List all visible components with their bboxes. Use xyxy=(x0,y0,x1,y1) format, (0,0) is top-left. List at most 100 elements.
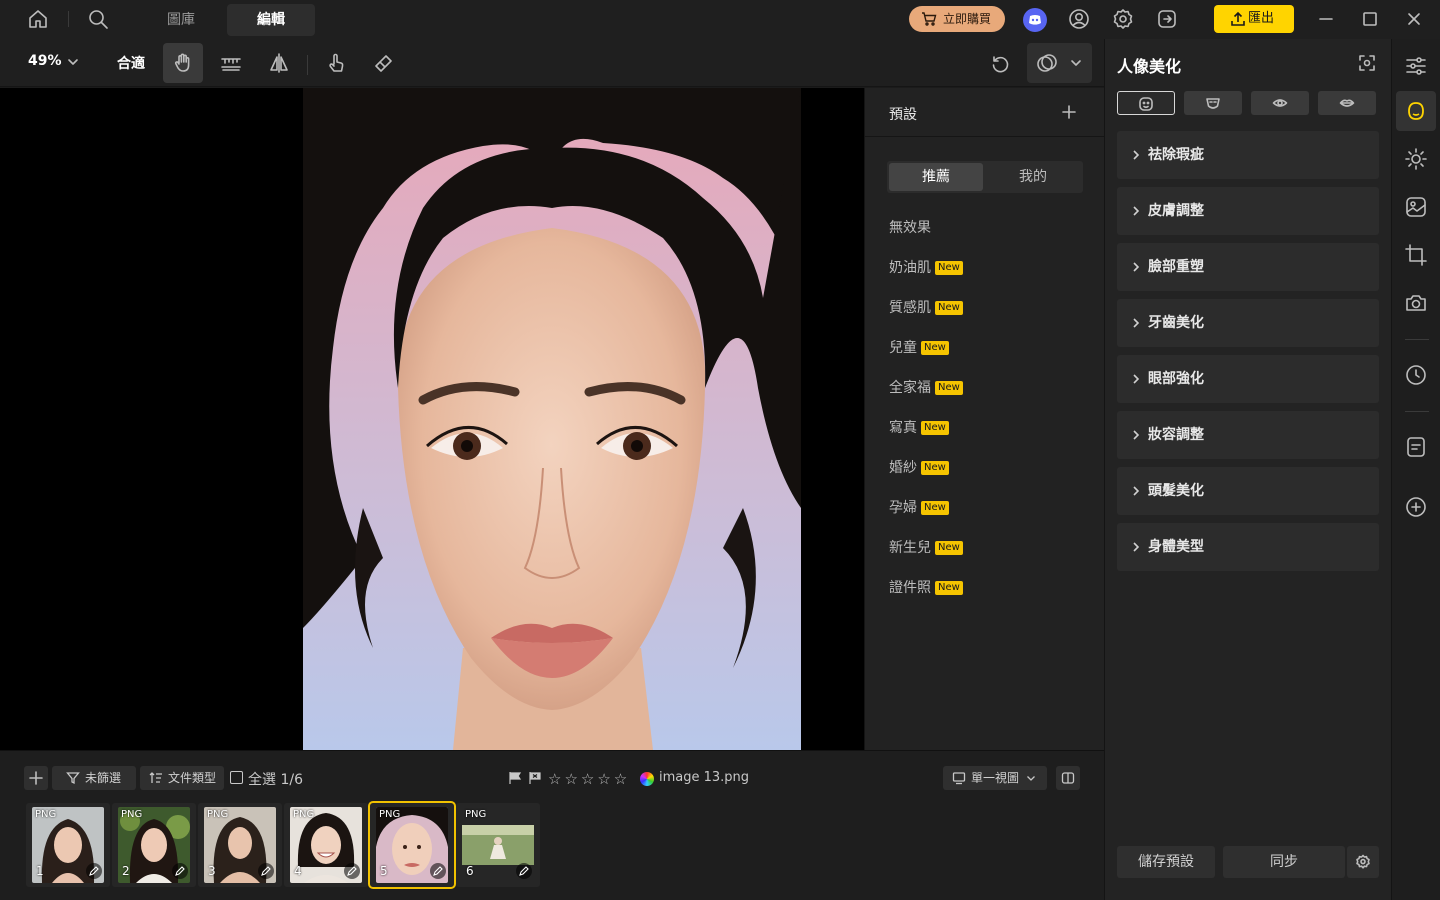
edit-icon xyxy=(516,863,532,879)
sign-in-icon[interactable] xyxy=(1155,7,1179,31)
format-label: PNG xyxy=(293,809,315,820)
fit-button[interactable]: 合適 xyxy=(117,53,145,73)
discord-icon[interactable] xyxy=(1023,8,1047,32)
section-face-reshape[interactable]: 臉部重塑 xyxy=(1117,243,1379,291)
face-tab-face[interactable] xyxy=(1117,91,1175,115)
camera-icon[interactable] xyxy=(1404,291,1428,315)
flip-tool-button[interactable] xyxy=(259,43,299,83)
import-button[interactable] xyxy=(24,766,48,790)
panel-title: 人像美化 xyxy=(1117,57,1182,76)
maximize-icon[interactable] xyxy=(1358,7,1382,31)
sync-button[interactable]: 同步 xyxy=(1223,846,1345,878)
filter-button[interactable]: 未篩選 xyxy=(52,766,136,790)
compare-button[interactable] xyxy=(1027,43,1092,83)
home-icon[interactable] xyxy=(26,7,50,31)
flag-icon[interactable] xyxy=(508,771,522,785)
section-teeth[interactable]: 牙齒美化 xyxy=(1117,299,1379,347)
add-circle-icon[interactable] xyxy=(1404,495,1428,519)
preset-item[interactable]: 婚紗 New xyxy=(889,458,949,478)
color-label-icon[interactable] xyxy=(640,772,654,786)
thumbnail[interactable]: PNG 1 xyxy=(26,803,110,887)
chevron-right-icon xyxy=(1133,542,1140,552)
section-skin-adjust[interactable]: 皮膚調整 xyxy=(1117,187,1379,235)
section-blemish-removal[interactable]: 祛除瑕疵 xyxy=(1117,131,1379,179)
face-tab-eye[interactable] xyxy=(1251,91,1309,115)
thumbnail[interactable]: PNG 4 xyxy=(284,803,368,887)
thumbnail-number: 1 xyxy=(36,864,44,878)
segment-recommended[interactable]: 推薦 xyxy=(889,163,983,191)
preset-item[interactable]: 奶油肌 New xyxy=(889,258,963,278)
hand-tool-button[interactable] xyxy=(163,43,203,83)
thumbnail[interactable]: PNG 2 xyxy=(112,803,196,887)
presets-title: 預設 xyxy=(889,107,917,123)
star-rating[interactable]: ☆☆☆☆☆ xyxy=(548,770,630,788)
sort-label: 文件類型 xyxy=(168,771,217,785)
account-icon[interactable] xyxy=(1067,7,1091,31)
buy-now-button[interactable]: 立即購買 xyxy=(909,6,1005,32)
select-all-checkbox[interactable] xyxy=(230,771,243,784)
crop-icon[interactable] xyxy=(1404,243,1428,267)
portrait-tool-button[interactable] xyxy=(1396,91,1436,131)
reset-button[interactable] xyxy=(980,43,1020,83)
image-canvas[interactable] xyxy=(0,88,864,750)
filename-label: image 13.png xyxy=(659,770,750,785)
eraser-tool-button[interactable] xyxy=(364,43,404,83)
history-icon[interactable] xyxy=(1404,363,1428,387)
face-tab-lips[interactable] xyxy=(1318,91,1376,115)
zoom-level[interactable]: 49% xyxy=(28,53,62,69)
chevron-right-icon xyxy=(1133,374,1140,384)
notes-icon[interactable] xyxy=(1404,435,1428,459)
thumbnail-number: 2 xyxy=(122,864,130,878)
adjust-sliders-icon[interactable] xyxy=(1404,54,1428,78)
preset-item[interactable]: 全家福 New xyxy=(889,378,963,398)
preset-item[interactable]: 兒童 New xyxy=(889,338,949,358)
preset-item[interactable]: 新生兒 New xyxy=(889,538,963,558)
section-label: 頭髮美化 xyxy=(1148,483,1204,499)
ruler-tool-button[interactable] xyxy=(211,43,251,83)
reject-flag-icon[interactable] xyxy=(528,771,542,785)
settings-icon[interactable] xyxy=(1111,7,1135,31)
thumbnail[interactable]: PNG 3 xyxy=(198,803,282,887)
preset-item[interactable]: 寫真 New xyxy=(889,418,949,438)
flip-icon xyxy=(270,53,288,73)
preset-item[interactable]: 證件照 New xyxy=(889,578,963,598)
chevron-right-icon xyxy=(1133,150,1140,160)
thumbnail-selected[interactable]: PNG 5 xyxy=(368,801,456,889)
segment-mine[interactable]: 我的 xyxy=(985,163,1081,191)
thumbnail[interactable]: PNG 6 xyxy=(456,803,540,887)
save-preset-button[interactable]: 儲存預設 xyxy=(1117,846,1215,878)
preset-item[interactable]: 無效果 xyxy=(889,218,931,238)
preset-item[interactable]: 孕婦 New xyxy=(889,498,949,518)
tab-gallery[interactable]: 圖庫 xyxy=(148,4,214,36)
thumbnail-number: 5 xyxy=(380,864,388,878)
new-badge: New xyxy=(935,541,963,555)
section-eyes[interactable]: 眼部強化 xyxy=(1117,355,1379,403)
compare-icon xyxy=(1035,51,1059,75)
section-label: 身體美型 xyxy=(1148,539,1204,555)
preset-item[interactable]: 質感肌 New xyxy=(889,298,963,318)
tab-edit[interactable]: 編輯 xyxy=(227,4,315,36)
chevron-down-icon[interactable] xyxy=(66,55,80,69)
view-mode-dropdown[interactable]: 單一視圖 xyxy=(943,766,1047,790)
add-preset-icon[interactable] xyxy=(1061,104,1077,120)
touch-tool-button[interactable] xyxy=(316,43,356,83)
close-icon[interactable] xyxy=(1402,7,1426,31)
section-hair[interactable]: 頭髮美化 xyxy=(1117,467,1379,515)
face-tab-mask[interactable] xyxy=(1184,91,1242,115)
chevron-right-icon xyxy=(1133,262,1140,272)
sync-settings-button[interactable] xyxy=(1347,846,1379,878)
edit-icon xyxy=(258,863,274,879)
section-makeup[interactable]: 妝容調整 xyxy=(1117,411,1379,459)
edit-toolbar: 49% 合適 xyxy=(0,39,1104,87)
split-view-button[interactable] xyxy=(1056,766,1080,790)
chevron-down-icon xyxy=(1027,776,1035,781)
export-button[interactable]: 匯出 xyxy=(1214,5,1294,33)
export-label: 匯出 xyxy=(1248,11,1275,26)
light-icon[interactable] xyxy=(1404,147,1428,171)
minimize-icon[interactable] xyxy=(1314,7,1338,31)
search-icon[interactable] xyxy=(86,7,110,31)
face-detect-icon[interactable] xyxy=(1359,55,1375,71)
image-adjust-icon[interactable] xyxy=(1404,195,1428,219)
section-body-shape[interactable]: 身體美型 xyxy=(1117,523,1379,571)
sort-button[interactable]: 文件類型 xyxy=(140,766,224,790)
